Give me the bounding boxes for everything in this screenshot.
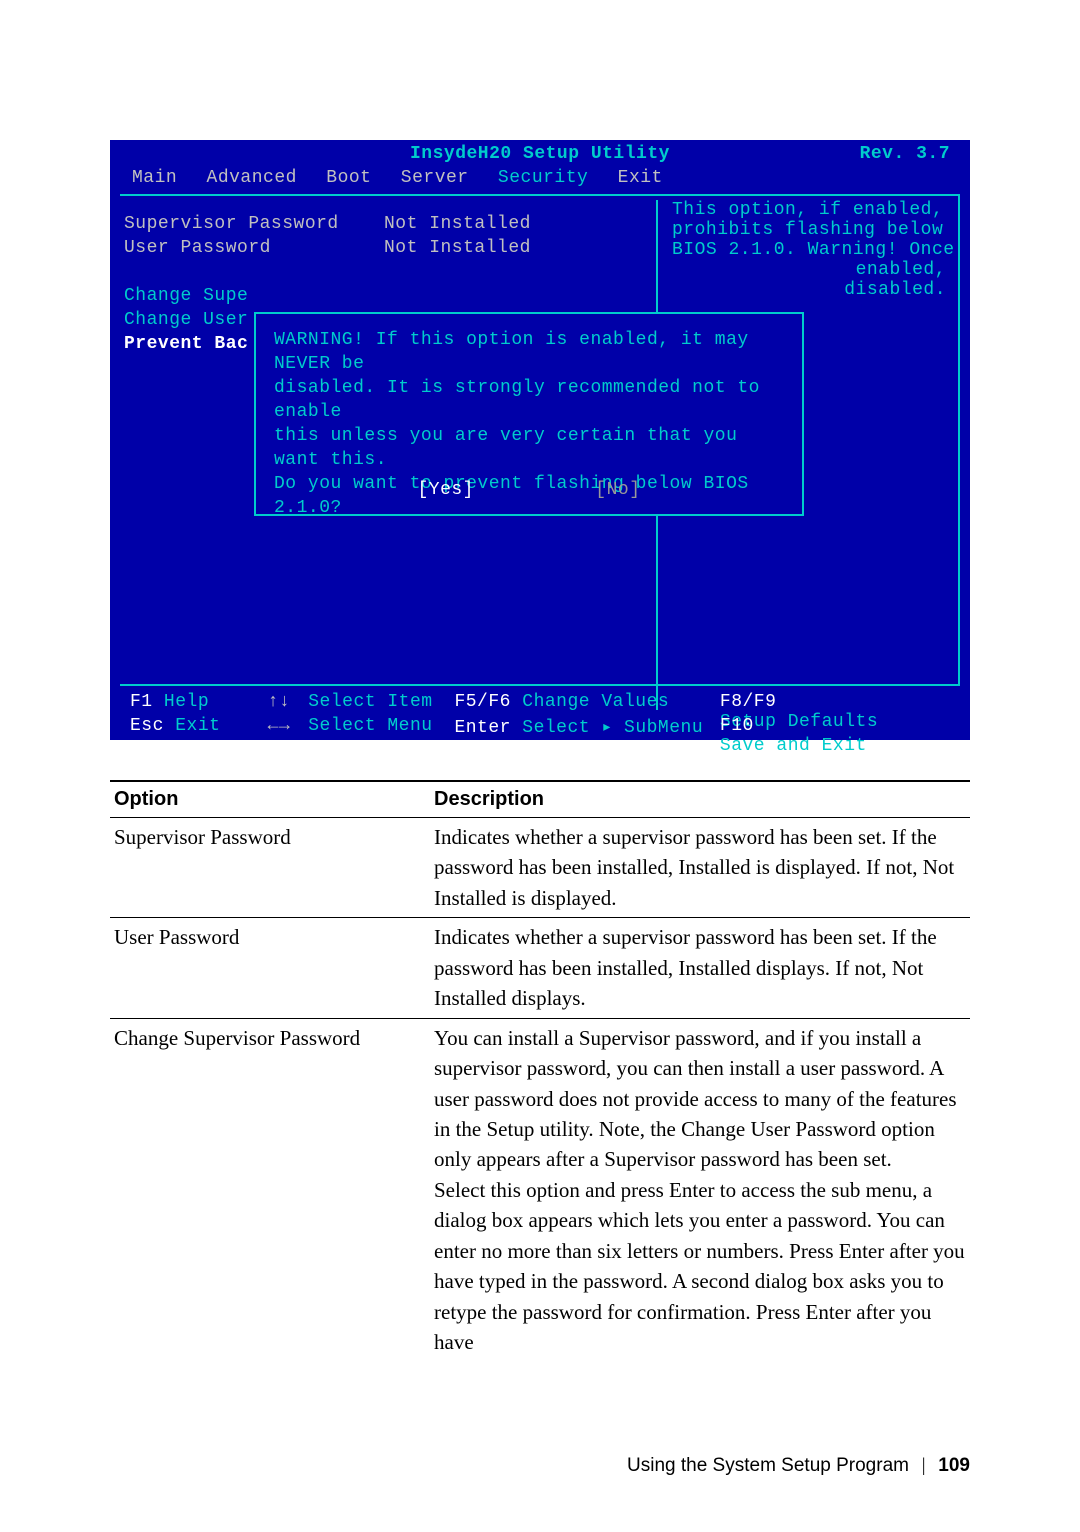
arrows-v: ↑↓ xyxy=(268,692,291,712)
bios-screenshot: InsydeH20 Setup Utility Rev. 3.7 Main Ad… xyxy=(110,140,970,740)
footer-page-number: 109 xyxy=(938,1455,970,1476)
help-line-2: BIOS 2.1.0. Warning! Once xyxy=(672,240,956,260)
table-row: Supervisor Password Indicates whether a … xyxy=(110,818,970,918)
change-supervisor-row[interactable]: Change Supe xyxy=(124,286,664,310)
bios-header: InsydeH20 Setup Utility Rev. 3.7 xyxy=(110,140,970,168)
change-values-label: Change Values xyxy=(522,692,669,712)
change-supervisor-label: Change Supe xyxy=(124,286,384,310)
tab-security[interactable]: Security xyxy=(498,168,588,188)
tab-server[interactable]: Server xyxy=(401,168,469,188)
exit-label: Exit xyxy=(175,716,220,736)
dialog-line-0: WARNING! If this option is enabled, it m… xyxy=(274,328,784,376)
options-description-table: Option Description Supervisor Password I… xyxy=(110,780,970,1361)
esc-key: Esc xyxy=(130,716,164,736)
footer-section: Using the System Setup Program xyxy=(627,1455,909,1476)
dialog-yes-button[interactable]: [Yes] xyxy=(417,480,474,500)
row-0-option: Supervisor Password xyxy=(110,818,430,918)
dialog-line-1: disabled. It is strongly recommended not… xyxy=(274,376,784,424)
dialog-no-button[interactable]: [No] xyxy=(595,480,640,500)
tab-advanced[interactable]: Advanced xyxy=(207,168,297,188)
bios-footer: F1 Help ↑↓ Select Item F5/F6 Change Value… xyxy=(110,688,970,740)
tab-boot[interactable]: Boot xyxy=(326,168,371,188)
bios-title: InsydeH20 Setup Utility xyxy=(410,144,670,164)
help-line-1: prohibits flashing below xyxy=(672,220,956,240)
confirmation-dialog: WARNING! If this option is enabled, it m… xyxy=(254,312,804,516)
row-1-option: User Password xyxy=(110,918,430,1018)
dialog-buttons: [Yes] [No] xyxy=(256,480,802,500)
help-line-4: disabled. xyxy=(672,280,956,300)
table-row: Change Supervisor Password You can insta… xyxy=(110,1018,970,1361)
save-exit-label: Save and Exit xyxy=(720,736,867,756)
tab-exit[interactable]: Exit xyxy=(618,168,663,188)
bios-revision: Rev. 3.7 xyxy=(860,144,950,164)
f10-key: F10 xyxy=(720,716,754,736)
select-item-label: Select Item xyxy=(308,692,432,712)
enter-key: Enter xyxy=(454,718,511,738)
f5f6-key: F5/F6 xyxy=(454,692,511,712)
supervisor-password-label: Supervisor Password xyxy=(124,214,384,238)
page-footer: Using the System Setup Program | 109 xyxy=(627,1455,970,1477)
header-description: Description xyxy=(430,781,970,818)
arrows-h: ←→ xyxy=(268,716,291,736)
f1-label: Help xyxy=(164,692,209,712)
row-0-description: Indicates whether a supervisor password … xyxy=(430,818,970,918)
help-line-0: This option, if enabled, xyxy=(672,200,956,220)
help-line-3: enabled, xyxy=(672,260,956,280)
header-option: Option xyxy=(110,781,430,818)
dialog-line-2: this unless you are very certain that yo… xyxy=(274,424,784,472)
user-password-value: Not Installed xyxy=(384,238,531,262)
row-2-description: You can install a Supervisor password, a… xyxy=(430,1018,970,1361)
f1-key: F1 xyxy=(130,692,153,712)
supervisor-password-value: Not Installed xyxy=(384,214,531,238)
submenu-label: Select ▸ SubMenu xyxy=(522,716,703,738)
bios-body: Supervisor Password Not Installed User P… xyxy=(124,200,956,682)
row-2-option: Change Supervisor Password xyxy=(110,1018,430,1361)
footer-divider: | xyxy=(922,1455,926,1476)
table-row: User Password Indicates whether a superv… xyxy=(110,918,970,1018)
supervisor-password-row: Supervisor Password Not Installed xyxy=(124,214,664,238)
f8f9-key: F8/F9 xyxy=(720,692,777,712)
user-password-label: User Password xyxy=(124,238,384,262)
select-menu-label: Select Menu xyxy=(308,716,432,736)
user-password-row: User Password Not Installed xyxy=(124,238,664,262)
bios-tabs: Main Advanced Boot Server Security Exit xyxy=(110,168,970,194)
tab-main[interactable]: Main xyxy=(132,168,177,188)
row-1-description: Indicates whether a supervisor password … xyxy=(430,918,970,1018)
